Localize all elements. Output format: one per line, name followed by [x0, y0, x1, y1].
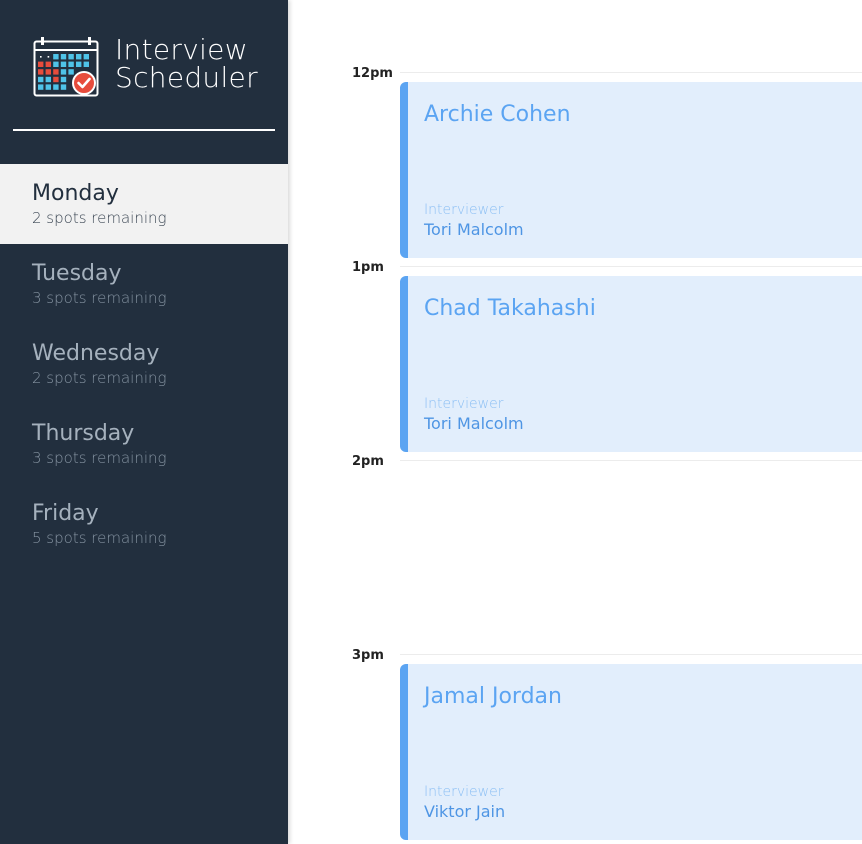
interviewer-label: Interviewer [424, 784, 504, 800]
day-name: Monday [32, 181, 119, 206]
app-title-line1: Interview [115, 33, 248, 66]
day-list: Monday 2 spots remaining Tuesday 3 spots… [0, 164, 288, 564]
day-item-tuesday[interactable]: Tuesday 3 spots remaining [0, 244, 288, 324]
day-item-monday[interactable]: Monday 2 spots remaining [0, 164, 288, 244]
day-name: Friday [32, 501, 99, 526]
appointment-card[interactable]: Archie Cohen Interviewer Tori Malcolm [400, 82, 862, 258]
day-item-friday[interactable]: Friday 5 spots remaining [0, 484, 288, 564]
appointment-card[interactable]: Jamal Jordan Interviewer Viktor Jain [400, 664, 862, 840]
day-spots: 2 spots remaining [32, 369, 167, 387]
day-item-wednesday[interactable]: Wednesday 2 spots remaining [0, 324, 288, 404]
day-item-thursday[interactable]: Thursday 3 spots remaining [0, 404, 288, 484]
time-label: 1pm [352, 260, 384, 275]
day-name: Tuesday [32, 261, 122, 286]
schedule: 12pm Archie Cohen Interviewer Tori Malco… [288, 0, 862, 844]
calendar-check-icon [33, 37, 99, 97]
day-spots: 2 spots remaining [32, 209, 167, 227]
appointment-card[interactable]: Chad Takahashi Interviewer Tori Malcolm [400, 276, 862, 452]
day-spots: 3 spots remaining [32, 289, 167, 307]
interviewer-name: Viktor Jain [424, 802, 506, 821]
brand: Interview Scheduler [33, 36, 273, 98]
student-name: Chad Takahashi [424, 296, 596, 321]
slot-separator [400, 266, 862, 267]
day-spots: 3 spots remaining [32, 449, 167, 467]
interviewer-label: Interviewer [424, 396, 504, 412]
slot-separator [400, 460, 862, 461]
day-name: Wednesday [32, 341, 160, 366]
day-spots: 5 spots remaining [32, 529, 167, 547]
slot-separator [400, 654, 862, 655]
day-name: Thursday [32, 421, 135, 446]
sidebar: Interview Scheduler Monday 2 spots remai… [0, 0, 288, 844]
student-name: Archie Cohen [424, 102, 571, 127]
sidebar-divider [13, 129, 275, 131]
time-label: 12pm [352, 66, 393, 81]
student-name: Jamal Jordan [424, 684, 562, 709]
app-title: Interview Scheduler [115, 36, 285, 92]
time-label: 2pm [352, 454, 384, 469]
app-title-line2: Scheduler [115, 61, 258, 94]
interviewer-label: Interviewer [424, 202, 504, 218]
interviewer-name: Tori Malcolm [424, 220, 524, 239]
time-label: 3pm [352, 648, 384, 663]
slot-separator [400, 72, 862, 73]
interviewer-name: Tori Malcolm [424, 414, 524, 433]
